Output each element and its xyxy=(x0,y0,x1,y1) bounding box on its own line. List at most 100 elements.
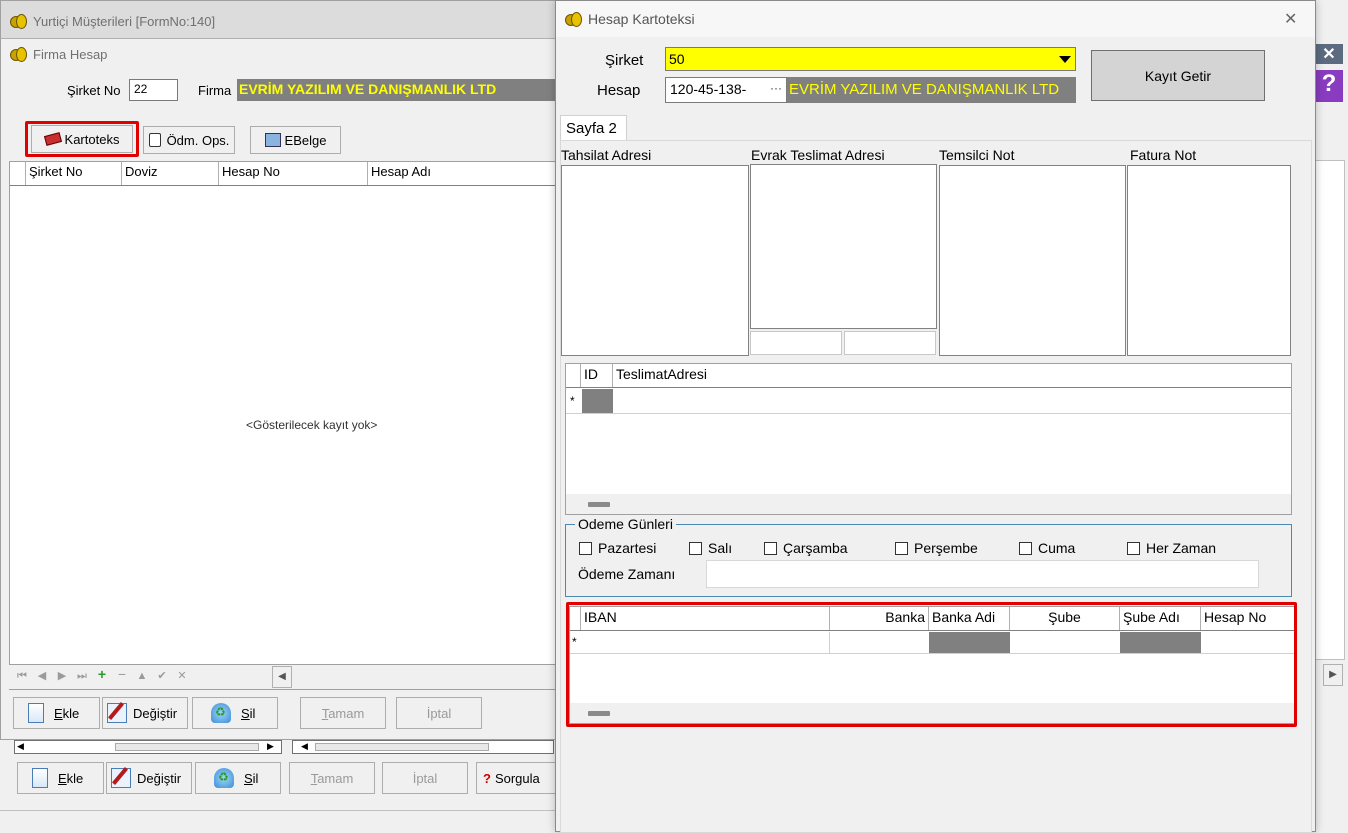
back-iptal-button[interactable]: İptal xyxy=(382,762,468,794)
query-icon: ? xyxy=(483,770,491,786)
nav-up-icon[interactable]: ▲ xyxy=(132,670,152,682)
iptal-button[interactable]: İptal xyxy=(396,697,482,729)
col-sirket-no[interactable]: Şirket No xyxy=(26,162,122,185)
ekle-button[interactable]: Ekle xyxy=(13,697,100,729)
scroll-thumb[interactable] xyxy=(315,743,489,751)
nav-first-icon[interactable]: ⏮ xyxy=(12,670,32,683)
nav-next-icon[interactable]: ▶ xyxy=(52,669,72,682)
firma-window-title: Firma Hesap xyxy=(33,46,108,62)
evrak-teslimat-memo[interactable] xyxy=(750,164,937,329)
odeme-zamani-input[interactable] xyxy=(706,560,1259,588)
checkbox-sali[interactable]: Salı xyxy=(689,540,732,556)
checkbox-box[interactable] xyxy=(1019,541,1032,555)
sirket-no-label: Şirket No xyxy=(67,83,121,98)
lower-scrollbar-right[interactable]: ◀ xyxy=(292,740,554,754)
scroll-left-icon[interactable]: ◀ xyxy=(17,741,24,752)
checkbox-box[interactable] xyxy=(1127,541,1140,555)
nav-last-icon[interactable]: ⏭ xyxy=(72,670,92,683)
help-icon[interactable]: ? xyxy=(1315,70,1343,102)
temsilci-not-memo[interactable] xyxy=(939,165,1126,356)
back-sil-button[interactable]: Sil xyxy=(195,762,281,794)
firma-grid: Şirket No Doviz Hesap No Hesap Adı <Göst… xyxy=(9,161,562,688)
sorgula-button[interactable]: ? Sorgula xyxy=(476,762,560,794)
grid-indicator-col xyxy=(10,162,26,185)
new-doc-icon xyxy=(28,703,44,723)
checkbox-pazartesi[interactable]: Pazartesi xyxy=(579,540,656,556)
teslimat-new-row-line xyxy=(566,413,1291,414)
delete-icon xyxy=(214,768,234,788)
nav-cancel-icon[interactable]: ✕ xyxy=(172,669,192,682)
sirket-value: 50 xyxy=(669,51,685,67)
nav-prev-icon[interactable]: ◀ xyxy=(32,669,52,682)
sirket-combobox[interactable]: 50 xyxy=(665,47,1076,71)
tahsilat-adresi-label: Tahsilat Adresi xyxy=(561,147,652,163)
checkbox-box[interactable] xyxy=(895,541,908,555)
teslimat-new-row-id[interactable] xyxy=(582,389,613,413)
col-teslimat-adresi[interactable]: TeslimatAdresi xyxy=(613,364,1289,387)
edit-icon xyxy=(111,768,131,788)
grid-navigator[interactable]: ⏮ ◀ ▶ ⏭ + − ▲ ✔ ✕ xyxy=(12,666,292,686)
firma-value: EVRİM YAZILIM VE DANIŞMANLIK LTD xyxy=(237,79,557,101)
firma-grid-header: Şirket No Doviz Hesap No Hesap Adı xyxy=(10,162,562,186)
back-window: Yurtiçi Müşterileri [FormNo:140] xyxy=(0,0,560,40)
iban-grid-highlight xyxy=(566,602,1297,727)
hesap-label: Hesap xyxy=(597,82,641,99)
teslimat-new-row-indicator: * xyxy=(570,394,575,408)
app-icon xyxy=(9,46,27,62)
hesap-kartoteksi-window: Hesap Kartoteksi ✕ Şirket 50 Hesap 120-4… xyxy=(555,0,1316,833)
grid-indicator-col xyxy=(566,364,581,387)
back-tamam-button[interactable]: Tamam xyxy=(289,762,375,794)
col-doviz[interactable]: Doviz xyxy=(122,162,219,185)
col-hesap-no[interactable]: Hesap No xyxy=(219,162,368,185)
col-hesap-adi[interactable]: Hesap Adı xyxy=(368,162,562,185)
checkbox-carsamba[interactable]: Çarşamba xyxy=(764,540,848,556)
app-icon xyxy=(9,13,27,29)
evrak-teslimat-label: Evrak Teslimat Adresi xyxy=(751,147,885,163)
sirket-no-input[interactable]: 22 xyxy=(129,79,178,101)
new-doc-icon xyxy=(32,768,48,788)
hesap-input[interactable]: 120-45-138- ··· xyxy=(665,77,787,103)
sil-button[interactable]: Sil xyxy=(192,697,278,729)
ellipsis-button[interactable]: ··· xyxy=(770,81,782,95)
back-ekle-button[interactable]: Ekle xyxy=(17,762,104,794)
tamam-button[interactable]: Tamam xyxy=(300,697,386,729)
odm-ops-button[interactable]: Ödm. Ops. xyxy=(143,126,235,154)
scroll-left-button[interactable]: ◀ xyxy=(272,666,292,688)
bottom-divider xyxy=(0,810,556,811)
teslimat-scroll-grip[interactable] xyxy=(588,502,610,507)
scroll-left-icon[interactable]: ◀ xyxy=(301,741,308,752)
nav-add-icon[interactable]: + xyxy=(92,666,112,682)
nav-check-icon[interactable]: ✔ xyxy=(152,669,172,682)
sirket-label: Şirket xyxy=(605,52,644,69)
ebelge-button[interactable]: EBelge xyxy=(250,126,341,154)
fatura-not-memo[interactable] xyxy=(1127,165,1291,356)
evrak-extra-field-1[interactable] xyxy=(750,331,842,355)
evrak-extra-field-2[interactable] xyxy=(844,331,936,355)
close-button[interactable]: ✕ xyxy=(1284,9,1297,29)
checkbox-persembe[interactable]: Perşembe xyxy=(895,540,978,556)
scroll-right-icon[interactable]: ▶ xyxy=(267,741,274,752)
kayit-getir-button[interactable]: Kayıt Getir xyxy=(1091,50,1265,101)
back-degistir-button[interactable]: Değiştir xyxy=(106,762,192,794)
teslimat-grid-header: ID TeslimatAdresi xyxy=(566,364,1291,388)
tab-sayfa-2[interactable]: Sayfa 2 xyxy=(560,115,627,141)
checkbox-her-zaman[interactable]: Her Zaman xyxy=(1127,540,1216,556)
tahsilat-adresi-memo[interactable] xyxy=(561,165,749,356)
close-icon[interactable]: ✕ xyxy=(1315,44,1343,64)
checkbox-box[interactable] xyxy=(689,541,702,555)
lower-scrollbar-left[interactable]: ◀ ▶ xyxy=(14,740,282,754)
checkbox-box[interactable] xyxy=(764,541,777,555)
fatura-not-label: Fatura Not xyxy=(1130,147,1197,163)
firma-hesap-window: Firma Hesap Şirket No 22 Firma EVRİM YAZ… xyxy=(0,38,562,740)
checkbox-cuma[interactable]: Cuma xyxy=(1019,540,1075,556)
col-id[interactable]: ID xyxy=(581,364,613,387)
checkbox-box[interactable] xyxy=(579,541,592,555)
nav-remove-icon[interactable]: − xyxy=(112,666,132,682)
ebelge-icon xyxy=(264,133,281,147)
odeme-gunleri-legend: Odeme Günleri xyxy=(575,516,676,532)
degistir-button[interactable]: Değiştir xyxy=(102,697,188,729)
back-window-title: Yurtiçi Müşterileri [FormNo:140] xyxy=(33,13,216,29)
chevron-down-icon[interactable] xyxy=(1059,56,1071,63)
scroll-right-button[interactable]: ▶ xyxy=(1323,664,1343,686)
scroll-thumb[interactable] xyxy=(115,743,259,751)
